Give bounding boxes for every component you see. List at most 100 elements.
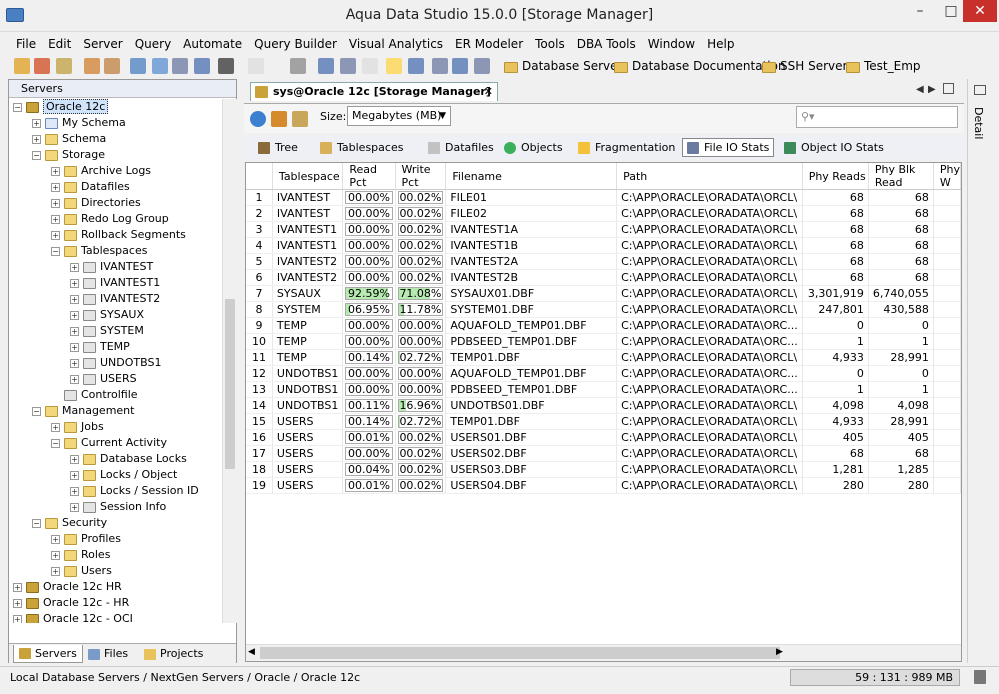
- toolbar-tool-icon[interactable]: [104, 58, 120, 74]
- toolbar-link-test_emp[interactable]: Test_Emp: [846, 59, 921, 73]
- tree-node[interactable]: + Oracle 12c - HR: [13, 595, 129, 611]
- view-tab-objects[interactable]: Objects: [500, 138, 567, 157]
- table-row[interactable]: 9 TEMP 00.00% 00.00% AQUAFOLD_TEMP01.DBF C:\A…: [246, 317, 962, 334]
- tree-node[interactable]: + Database Locks: [70, 451, 187, 467]
- table-row[interactable]: 19 USERS 00.01% 00.02% USERS04.DBF C:\APP\ORA…: [246, 477, 962, 494]
- toolbar-tool-icon[interactable]: [432, 58, 448, 74]
- menu-window[interactable]: Window: [642, 34, 701, 54]
- tree-node[interactable]: + SYSAUX: [70, 307, 144, 323]
- toolbar-link-database-documentation[interactable]: Database Documentation: [614, 59, 786, 73]
- expand-icon[interactable]: +: [51, 166, 60, 176]
- toolbar-tool-icon[interactable]: [14, 58, 30, 74]
- toolbar-tool-icon[interactable]: [218, 58, 234, 74]
- expand-icon[interactable]: +: [13, 582, 22, 592]
- toolbar-tool-icon[interactable]: [56, 58, 72, 74]
- tree-node[interactable]: − Management: [32, 403, 134, 419]
- collapse-icon[interactable]: −: [32, 150, 41, 160]
- column-header-read-pct[interactable]: Read Pct: [342, 163, 396, 190]
- search-input[interactable]: ⚲▾: [796, 106, 958, 128]
- table-row[interactable]: 10 TEMP 00.00% 00.00% PDBSEED_TEMP01.DBF C:\A…: [246, 333, 962, 350]
- scroll-left-icon[interactable]: ◀: [248, 647, 255, 657]
- toolbar-tool-icon[interactable]: [474, 58, 490, 74]
- column-header-path[interactable]: Path: [616, 163, 803, 190]
- close-tab-icon[interactable]: ✕: [484, 83, 493, 101]
- tree-node[interactable]: + Redo Log Group: [51, 211, 169, 227]
- table-row[interactable]: 12 UNDOTBS1 00.00% 00.00% AQUAFOLD_TEMP01.DB…: [246, 365, 962, 382]
- table-row[interactable]: 1 IVANTEST 00.00% 00.02% FILE01 C:\APP\ORACLE…: [246, 189, 962, 206]
- refresh-icon[interactable]: [250, 111, 266, 127]
- menu-file[interactable]: File: [10, 34, 42, 54]
- column-header-write-pct[interactable]: Write Pct: [395, 163, 447, 190]
- expand-icon[interactable]: +: [70, 502, 79, 512]
- tree-node[interactable]: + Oracle 12c - OCI: [13, 611, 133, 623]
- table-row[interactable]: 15 USERS 00.14% 02.72% TEMP01.DBF C:\APP\ORAC…: [246, 413, 962, 430]
- toolbar-tool-icon[interactable]: [34, 58, 50, 74]
- size-select[interactable]: Megabytes (MB) ▼: [347, 106, 451, 126]
- table-row[interactable]: 13 UNDOTBS1 00.00% 00.00% PDBSEED_TEMP01.DBF…: [246, 381, 962, 398]
- expand-icon[interactable]: +: [70, 342, 79, 352]
- expand-icon[interactable]: +: [51, 214, 60, 224]
- expand-icon[interactable]: +: [70, 486, 79, 496]
- tree-node[interactable]: + Users: [51, 563, 112, 579]
- tree-node[interactable]: + Locks / Object: [70, 467, 177, 483]
- expand-icon[interactable]: +: [51, 534, 60, 544]
- detail-toggle-icon[interactable]: [974, 85, 986, 95]
- toolbar-tool-icon[interactable]: [386, 58, 402, 74]
- expand-icon[interactable]: +: [32, 134, 41, 144]
- view-tab-tablespaces[interactable]: Tablespaces: [316, 138, 407, 157]
- document-tab[interactable]: sys@Oracle 12c [Storage Manager] ✕: [250, 82, 498, 101]
- collapse-icon[interactable]: −: [51, 438, 60, 448]
- menu-dba-tools[interactable]: DBA Tools: [571, 34, 642, 54]
- tree-node[interactable]: + Rollback Segments: [51, 227, 186, 243]
- toolbar-tool-icon[interactable]: [452, 58, 468, 74]
- tree-node[interactable]: − Storage: [32, 147, 105, 163]
- toolbar-tool-icon[interactable]: [152, 58, 168, 74]
- expand-icon[interactable]: +: [51, 230, 60, 240]
- tree-node[interactable]: + TEMP: [70, 339, 130, 355]
- toolbar-link-ssh-servers[interactable]: SSH Servers: [762, 59, 854, 73]
- toolbar-tool-icon[interactable]: [340, 58, 356, 74]
- toolbar-tool-icon[interactable]: [290, 58, 306, 74]
- table-row[interactable]: 11 TEMP 00.14% 02.72% TEMP01.DBF C:\APP\ORACL…: [246, 349, 962, 366]
- memory-indicator[interactable]: 59 : 131 : 989 MB: [790, 669, 960, 686]
- menu-query-builder[interactable]: Query Builder: [248, 34, 343, 54]
- menu-automate[interactable]: Automate: [177, 34, 248, 54]
- collapse-icon[interactable]: −: [32, 406, 41, 416]
- table-row[interactable]: 8 SYSTEM 06.95% 11.78% SYSTEM01.DBF C:\APP\OR…: [246, 301, 962, 318]
- view-tab-tree[interactable]: Tree: [254, 138, 302, 157]
- tree-node[interactable]: + SYSTEM: [70, 323, 144, 339]
- table-row[interactable]: 14 UNDOTBS1 00.11% 16.96% UNDOTBS01.DBF C:\AP…: [246, 397, 962, 414]
- expand-icon[interactable]: +: [70, 374, 79, 384]
- toolbar-tool-icon[interactable]: [248, 58, 264, 74]
- tab-scroll-right-icon[interactable]: ▶: [928, 84, 936, 95]
- tree-node[interactable]: − Tablespaces: [51, 243, 147, 259]
- collapse-icon[interactable]: −: [13, 102, 22, 112]
- table-row[interactable]: 18 USERS 00.04% 00.02% USERS03.DBF C:\APP\ORA…: [246, 461, 962, 478]
- tree-node[interactable]: + Roles: [51, 547, 110, 563]
- hscroll-thumb[interactable]: [260, 647, 780, 659]
- scroll-right-icon[interactable]: ▶: [776, 647, 783, 657]
- column-header-filename[interactable]: Filename: [445, 163, 618, 190]
- left-tab-servers[interactable]: Servers: [13, 645, 83, 663]
- view-tab-datafiles[interactable]: Datafiles: [424, 138, 498, 157]
- table-row[interactable]: 16 USERS 00.01% 00.02% USERS01.DBF C:\APP\ORA…: [246, 429, 962, 446]
- toolbar-tool-icon[interactable]: [84, 58, 100, 74]
- expand-icon[interactable]: +: [51, 566, 60, 576]
- tree-node[interactable]: + Directories: [51, 195, 141, 211]
- tools-icon[interactable]: [271, 111, 287, 127]
- expand-icon[interactable]: +: [51, 422, 60, 432]
- collapse-icon[interactable]: −: [32, 518, 41, 528]
- expand-icon[interactable]: +: [70, 310, 79, 320]
- tab-list-icon[interactable]: [943, 83, 954, 94]
- menu-er-modeler[interactable]: ER Modeler: [449, 34, 529, 54]
- tree-node[interactable]: + My Schema: [32, 115, 126, 131]
- expand-icon[interactable]: +: [70, 454, 79, 464]
- table-row[interactable]: 7 SYSAUX 92.59% 71.08% SYSAUX01.DBF C:\APP\OR…: [246, 285, 962, 302]
- tree-node[interactable]: − Current Activity: [51, 435, 167, 451]
- menu-query[interactable]: Query: [129, 34, 177, 54]
- minimize-button[interactable]: –: [905, 0, 935, 22]
- tree-node[interactable]: − Oracle 12c: [13, 99, 109, 115]
- view-tab-file-io-stats[interactable]: File IO Stats: [682, 138, 775, 157]
- expand-icon[interactable]: +: [51, 198, 60, 208]
- expand-icon[interactable]: +: [70, 358, 79, 368]
